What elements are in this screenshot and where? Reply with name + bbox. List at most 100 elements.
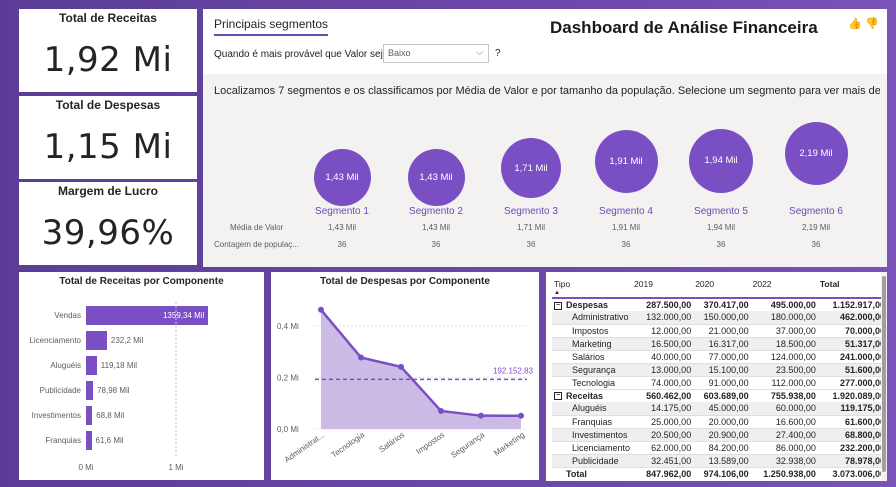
matrix-cell: 68.800,00 <box>817 428 887 442</box>
thumbs-down-icon[interactable]: 👎 <box>865 17 879 30</box>
matrix-column-header[interactable]: 2019 <box>632 276 694 299</box>
scrollbar-track[interactable] <box>881 272 887 481</box>
matrix-row-label: Franquias <box>552 415 633 429</box>
matrix-group-cell[interactable]: − Despesas <box>552 298 632 311</box>
matrix-cell: 12.000,00 <box>632 324 694 338</box>
matrix-row[interactable]: Publicidade 32.451,00 13.589,00 32.938,00 78… <box>552 454 887 468</box>
matrix-cell: 462.000,00 <box>817 311 887 325</box>
segment-name[interactable]: Segmento 5 <box>681 206 761 217</box>
matrix-row[interactable]: Investimentos 20.500,00 20.900,00 27.400,00… <box>552 428 887 442</box>
matrix-row[interactable]: Marketing 16.500,00 16.317,00 18.500,00 51.3… <box>552 337 887 351</box>
matrix-cell: 23.500,00 <box>750 363 818 377</box>
matrix-row[interactable]: Salários 40.000,00 77.000,00 124.000,00 241.… <box>552 350 887 364</box>
matrix-group-label: Despesas <box>566 300 609 310</box>
segment-name[interactable]: Segmento 1 <box>302 206 382 217</box>
bar[interactable] <box>86 381 94 400</box>
matrix-cell: 16.600,00 <box>750 415 818 429</box>
despesas-por-componente-chart: Total de Despesas por Componente 0,0 Mi 0… <box>271 272 539 480</box>
matrix-group-cell[interactable]: − Receitas <box>552 389 632 402</box>
segment-bubble[interactable]: 1,91 Mil <box>594 130 658 194</box>
matrix-cell: 20.000,00 <box>693 415 751 429</box>
data-point[interactable] <box>518 412 524 419</box>
matrix-cell: 62.000,00 <box>632 441 694 455</box>
matrix-cell: 232.200,00 <box>817 441 887 455</box>
matrix-row[interactable]: Segurança 13.000,00 15.100,00 23.500,00 51.6… <box>552 363 887 377</box>
matrix-cell: 16.317,00 <box>693 337 751 351</box>
collapse-icon[interactable]: − <box>554 301 562 310</box>
segment-bubble[interactable]: 1,43 Mil <box>313 148 371 206</box>
kpi-card-total-receitas[interactable]: Total de Receitas 1,92 Mi <box>19 9 197 92</box>
matrix-column-header[interactable]: 2020 <box>693 276 751 299</box>
valor-dropdown[interactable]: Baixo ⌵ <box>383 44 489 63</box>
tab-principais-segmentos[interactable]: Principais segmentos <box>214 17 329 36</box>
segment-contagem: 36 <box>431 240 441 249</box>
matrix-cell: 755.938,00 <box>770 390 816 401</box>
segments-header: Principais segmentos Quando é mais prová… <box>203 9 887 74</box>
data-point[interactable] <box>398 363 404 370</box>
matrix-row[interactable]: Impostos 12.000,00 21.000,00 37.000,00 70.00… <box>552 324 887 338</box>
chevron-down-icon: ⌵ <box>476 47 483 57</box>
segment-name[interactable]: Segmento 4 <box>586 206 666 217</box>
segment-name[interactable]: Segmento 3 <box>491 206 571 217</box>
segment-bubble[interactable]: 1,94 Mil <box>689 128 753 193</box>
matrix-cell: 37.000,00 <box>750 324 818 338</box>
segment-bubble[interactable]: 2,19 Mil <box>784 121 848 185</box>
matrix-column-header[interactable]: 2022 <box>750 276 818 299</box>
matrix-row[interactable]: Administrativo 132.000,00 150.000,00 180.00… <box>552 311 887 325</box>
matrix-row-label: Investimentos <box>552 428 633 442</box>
matrix-header-label: 2019 <box>634 279 653 289</box>
kpi-card-margem-de-lucro[interactable]: Margem de Lucro 39,96% <box>19 182 197 265</box>
data-point[interactable] <box>438 407 444 414</box>
bar-chart-axis: 0 Mi 1 Mi <box>78 302 184 472</box>
segment-name[interactable]: Segmento 6 <box>776 206 856 217</box>
data-point[interactable] <box>318 306 324 313</box>
matrix-row[interactable]: Licenciamento 62.000,00 84.200,00 86.000,00… <box>552 441 887 455</box>
matrix-column-header[interactable]: Tipo ▲ <box>552 276 633 299</box>
bar[interactable] <box>86 431 92 450</box>
x-category-label: Salários <box>377 430 406 454</box>
matrix-cell: 32.451,00 <box>632 454 694 468</box>
bar-data-label: 1359,34 Mil <box>162 311 205 320</box>
matrix-cell: 1.250.938,00 <box>750 466 818 480</box>
matrix-cell: 560.462,00 <box>646 390 692 401</box>
sort-ascending-icon[interactable]: ▲ <box>554 290 630 296</box>
segment-bubble[interactable]: 1,43 Mil <box>407 148 465 206</box>
matrix-cell: 603.689,00 <box>703 390 749 401</box>
matrix-row[interactable]: Tecnologia 74.000,00 91.000,00 112.000,00 27… <box>552 376 887 390</box>
segment-media: 1,43 Mil <box>327 223 356 232</box>
matrix-group-row[interactable]: − Despesas 287.500,00 370.417,00 495.000,00 1… <box>552 298 887 311</box>
matrix-header-label: 2022 <box>752 279 772 289</box>
matrix-total-row: Total 847.962,00 974.106,00 1.250.938,00 3.0… <box>552 466 887 480</box>
matrix-cell: 495.000,00 <box>770 300 816 310</box>
matrix-column-header[interactable]: Total <box>817 276 887 299</box>
thumbs-up-icon[interactable]: 👍 <box>848 17 862 30</box>
bar-data-label: 61,6 Mil <box>95 436 124 445</box>
matrix-cell: 241.000,00 <box>817 350 887 364</box>
matrix-row-label: Aluguéis <box>552 402 633 416</box>
kpi-title: Total de Receitas <box>59 11 157 25</box>
matrix-row-label: Marketing <box>552 337 633 351</box>
y-tick-label: 0,4 Mi <box>277 322 299 331</box>
scrollbar-thumb[interactable] <box>882 276 886 472</box>
collapse-icon[interactable]: − <box>554 392 562 401</box>
matrix-row-label: Salários <box>552 350 633 364</box>
segment-contagem: 36 <box>337 240 347 249</box>
matrix-row[interactable]: Franquias 25.000,00 20.000,00 16.600,00 61.6… <box>552 415 887 429</box>
segment-bubble[interactable]: 1,71 Mil <box>501 138 561 199</box>
row-label-contagem: Contagem de populaç... <box>214 240 299 249</box>
kpi-value: 1,92 Mi <box>43 40 173 80</box>
bar[interactable] <box>86 356 97 375</box>
segment-name[interactable]: Segmento 2 <box>396 206 476 217</box>
segment-media: 1,94 Mil <box>706 223 735 232</box>
matrix-cell: 14.175,00 <box>632 402 694 416</box>
data-point[interactable] <box>358 354 364 361</box>
kpi-card-total-despesas[interactable]: Total de Despesas 1,15 Mi <box>19 96 197 179</box>
data-point[interactable] <box>478 412 484 419</box>
matrix-row-label: Segurança <box>552 363 633 377</box>
bar[interactable] <box>86 406 93 425</box>
matrix-group-row[interactable]: − Receitas 560.462,00 603.689,00 755.938,00 1… <box>552 389 887 402</box>
matrix-row[interactable]: Aluguéis 14.175,00 45.000,00 60.000,00 119.1… <box>552 402 887 416</box>
bar[interactable] <box>86 331 107 350</box>
bar-category-label: Vendas <box>54 311 81 320</box>
bar-data-label: 78,98 Mil <box>97 386 130 395</box>
